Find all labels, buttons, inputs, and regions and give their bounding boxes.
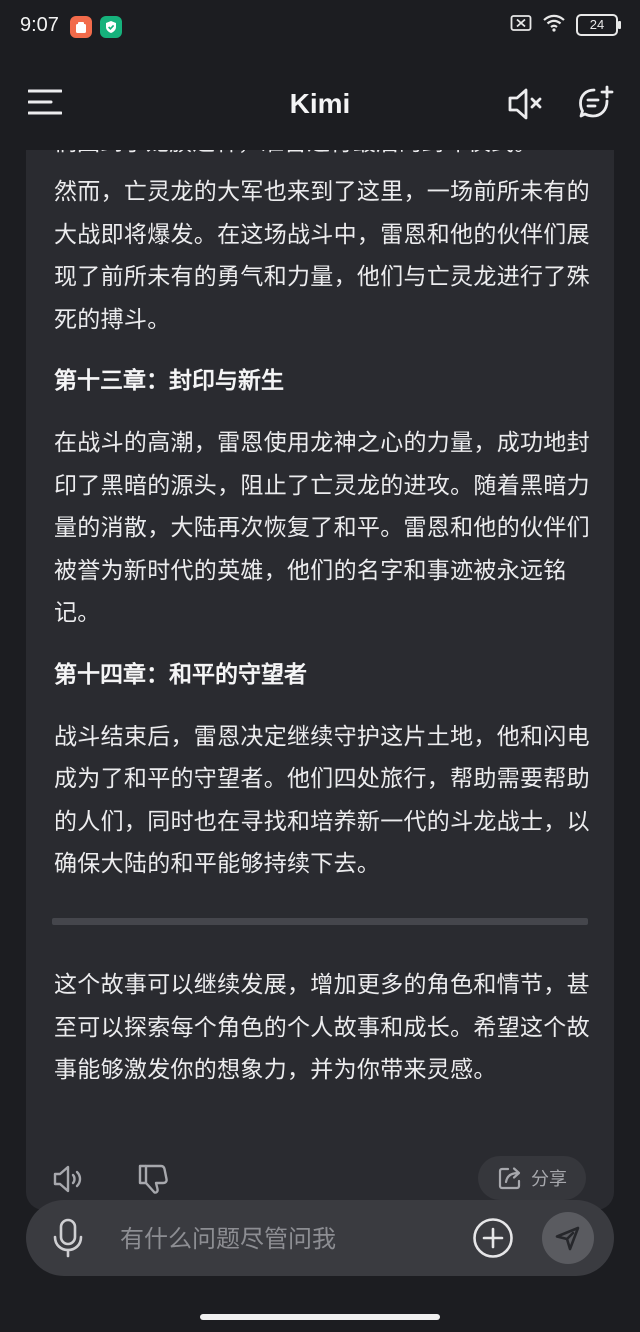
status-bar: 9:07 24 — [0, 0, 640, 58]
chapter-heading: 第十四章：和平的守望者 — [54, 661, 307, 688]
message-actions: 分享 — [26, 1154, 614, 1204]
assistant-message-card: 们回到了龙族之林，准备进行最后的封印仪式。 然而，亡灵龙的大军也来到了这里，一场… — [26, 150, 614, 1210]
microphone-icon — [53, 1218, 83, 1258]
story-paragraph: 然而，亡灵龙的大军也来到了这里，一场前所未有的大战即将爆发。在这场战斗中，雷恩和… — [54, 179, 590, 333]
send-button[interactable] — [542, 1212, 594, 1264]
voice-input-button[interactable] — [50, 1218, 86, 1258]
story-paragraph: 在战斗的高潮，雷恩使用龙神之心的力量，成功地封印了黑暗的源头，阻止了亡灵龙的进攻… — [54, 430, 590, 626]
new-chat-button[interactable] — [578, 84, 618, 124]
chat-input-bar — [26, 1200, 614, 1276]
app-header: Kimi — [0, 58, 640, 150]
chapter-heading: 第十三章：封印与新生 — [54, 368, 284, 394]
no-sim-icon — [510, 14, 532, 36]
new-chat-icon — [579, 85, 614, 118]
read-aloud-button[interactable] — [52, 1162, 86, 1196]
speaker-muted-icon — [508, 88, 542, 120]
share-button[interactable]: 分享 — [478, 1156, 586, 1200]
share-icon — [498, 1167, 521, 1190]
closing-content: 这个故事可以继续发展，增加更多的角色和情节，甚至可以探索每个角色的个人故事和成长… — [54, 964, 594, 1092]
message-input[interactable] — [118, 1218, 462, 1260]
speaker-icon — [53, 1165, 82, 1193]
message-content: 然而，亡灵龙的大军也来到了这里，一场前所未有的大战即将爆发。在这场战斗中，雷恩和… — [54, 171, 594, 886]
battery-indicator: 24 — [576, 14, 621, 36]
dislike-button[interactable] — [136, 1162, 170, 1196]
story-paragraph: 战斗结束后，雷恩决定继续守护这片土地，他和闪电成为了和平的守望者。他们四处旅行，… — [54, 723, 590, 878]
mute-voice-button[interactable] — [506, 86, 546, 122]
closing-paragraph: 这个故事可以继续发展，增加更多的角色和情节，甚至可以探索每个角色的个人故事和成长… — [54, 972, 590, 1083]
status-time: 9:07 — [20, 14, 59, 36]
shield-notification-icon — [100, 16, 122, 38]
send-icon — [555, 1226, 580, 1251]
thumbs-down-icon — [138, 1164, 168, 1194]
wifi-icon — [542, 14, 566, 36]
section-divider — [52, 918, 588, 925]
home-indicator[interactable] — [200, 1314, 440, 1320]
app-notification-icon — [70, 16, 92, 38]
share-label: 分享 — [531, 1169, 567, 1190]
plus-icon — [473, 1218, 513, 1258]
clipped-text-line: 们回到了龙族之林，准备进行最后的封印仪式。 — [54, 150, 537, 165]
attach-button[interactable] — [472, 1217, 514, 1259]
